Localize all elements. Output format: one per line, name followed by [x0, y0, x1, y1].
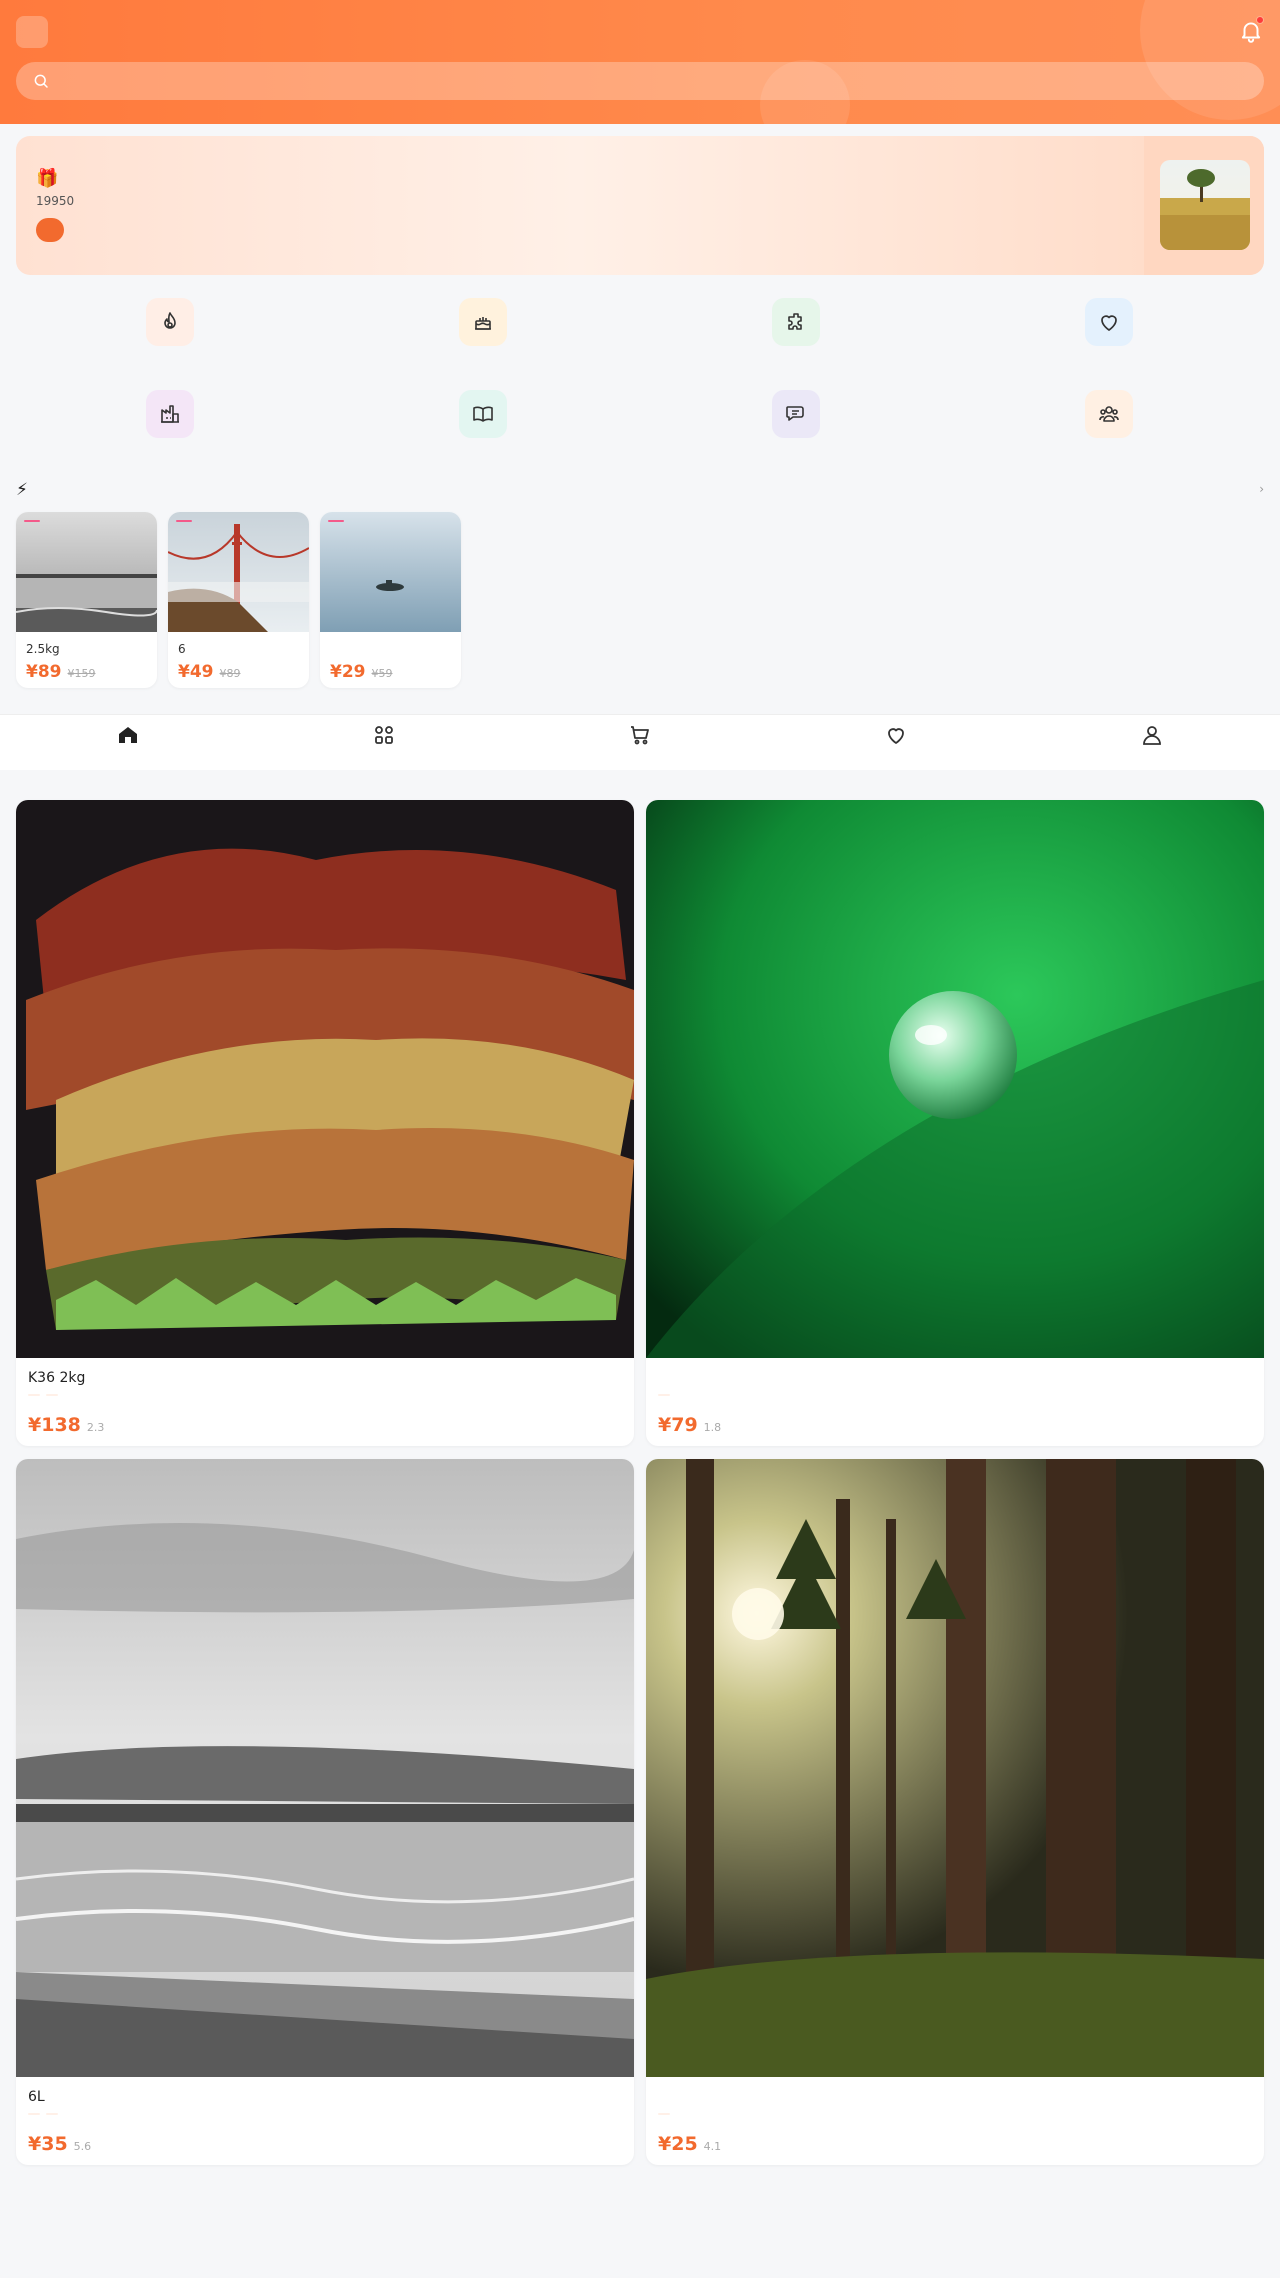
- product-tag: [28, 2113, 40, 2115]
- flash-product-price: ¥89 ¥159: [26, 662, 96, 682]
- flash-original-price: ¥89: [219, 667, 241, 680]
- product-image: [320, 512, 461, 632]
- product-image: [646, 800, 1264, 1358]
- flash-sale-card[interactable]: ¥29 ¥59: [320, 512, 461, 688]
- grid-icon: [375, 726, 393, 744]
- product-sold-count: 4.1: [703, 2140, 722, 2153]
- product-tag: [658, 2113, 670, 2115]
- flash-original-price: ¥59: [371, 667, 393, 680]
- product-image: [646, 1459, 1264, 2077]
- cart-icon: [631, 726, 649, 745]
- banner-button[interactable]: [36, 218, 64, 242]
- flash-sale-card[interactable]: 6 ¥49 ¥89: [168, 512, 309, 688]
- flash-tag: [24, 520, 40, 522]
- flash-product-price: ¥29 ¥59: [330, 662, 393, 682]
- product-sold-count: 2.3: [86, 1421, 105, 1434]
- notification-dot: [1256, 16, 1264, 24]
- product-sold-count: 1.8: [703, 1421, 722, 1434]
- category-icon-bg: [1085, 298, 1133, 346]
- category-item[interactable]: [423, 298, 543, 354]
- product-tag: [46, 2113, 58, 2115]
- tab-home[interactable]: [0, 715, 256, 770]
- product-price: ¥138 2.3: [28, 1414, 105, 1436]
- search-input[interactable]: [16, 62, 1264, 100]
- flash-product-price: ¥49 ¥89: [178, 662, 241, 682]
- category-icon-bg: [772, 390, 820, 438]
- tab-profile[interactable]: [1024, 715, 1280, 770]
- tab-category[interactable]: [256, 715, 512, 770]
- product-name: 6L: [28, 2089, 45, 2105]
- category-icon-bg: [772, 298, 820, 346]
- heart-icon: [888, 728, 904, 744]
- user-icon: [1143, 726, 1161, 745]
- cake-icon: [475, 317, 491, 330]
- category-item[interactable]: [110, 298, 230, 354]
- flash-product-name: 2.5kg: [26, 642, 60, 656]
- category-item[interactable]: [110, 390, 230, 446]
- product-tags: [28, 1394, 58, 1396]
- product-image: [16, 512, 157, 632]
- category-item[interactable]: [1049, 390, 1169, 446]
- category-item[interactable]: [423, 390, 543, 446]
- flame-icon: [164, 312, 176, 329]
- category-item[interactable]: [1049, 298, 1169, 354]
- product-tag: [28, 1394, 40, 1396]
- product-tags: [28, 2113, 58, 2115]
- tab-favorites[interactable]: [768, 715, 1024, 770]
- category-item[interactable]: [736, 390, 856, 446]
- home-icon: [119, 727, 137, 743]
- product-name: K36 2kg: [28, 1370, 86, 1386]
- flash-product-name: 6: [178, 642, 186, 656]
- product-tag: [658, 1394, 670, 1396]
- product-image: [168, 512, 309, 632]
- product-card[interactable]: ¥79 1.8: [646, 800, 1264, 1446]
- search-icon: [34, 74, 48, 88]
- banner-title: 🎁: [36, 168, 59, 189]
- product-price: ¥79 1.8: [658, 1414, 722, 1436]
- product-card[interactable]: K36 2kg ¥138 2.3: [16, 800, 634, 1446]
- factory-icon: [161, 405, 179, 423]
- tab-cart[interactable]: [512, 715, 768, 770]
- product-tag: [46, 1394, 58, 1396]
- book-icon: [473, 406, 493, 422]
- promo-banner[interactable]: 🎁 19950: [16, 136, 1264, 275]
- product-price: ¥25 4.1: [658, 2133, 722, 2155]
- category-icon-bg: [1085, 390, 1133, 438]
- banner-image: [1160, 160, 1250, 250]
- heart-icon: [1101, 315, 1117, 331]
- flash-tag: [328, 520, 344, 522]
- bottom-tab-bar: [0, 714, 1280, 770]
- product-tags: [658, 1394, 670, 1396]
- category-item[interactable]: [736, 298, 856, 354]
- category-icon-bg: [459, 390, 507, 438]
- flash-original-price: ¥159: [67, 667, 96, 680]
- puzzle-icon: [788, 313, 802, 330]
- app-logo[interactable]: [16, 16, 48, 48]
- banner-subtitle: 19950: [36, 194, 75, 208]
- category-icon-bg: [459, 298, 507, 346]
- product-image: [16, 1459, 634, 2077]
- app-header: [0, 0, 1280, 124]
- flash-sale-title: ⚡: [16, 480, 28, 500]
- product-sold-count: 5.6: [73, 2140, 92, 2153]
- category-icon-bg: [146, 298, 194, 346]
- product-price: ¥35 5.6: [28, 2133, 92, 2155]
- product-image: [16, 800, 634, 1358]
- chat-icon: [786, 406, 804, 421]
- flash-sale-more-link[interactable]: ›: [1259, 482, 1264, 496]
- flash-sale-card[interactable]: 2.5kg ¥89 ¥159: [16, 512, 157, 688]
- product-card[interactable]: 6L ¥35 5.6: [16, 1459, 634, 2165]
- flash-tag: [176, 520, 192, 522]
- category-icon-bg: [146, 390, 194, 438]
- product-card[interactable]: ¥25 4.1: [646, 1459, 1264, 2165]
- group-icon: [1099, 406, 1119, 422]
- product-tags: [658, 2113, 670, 2115]
